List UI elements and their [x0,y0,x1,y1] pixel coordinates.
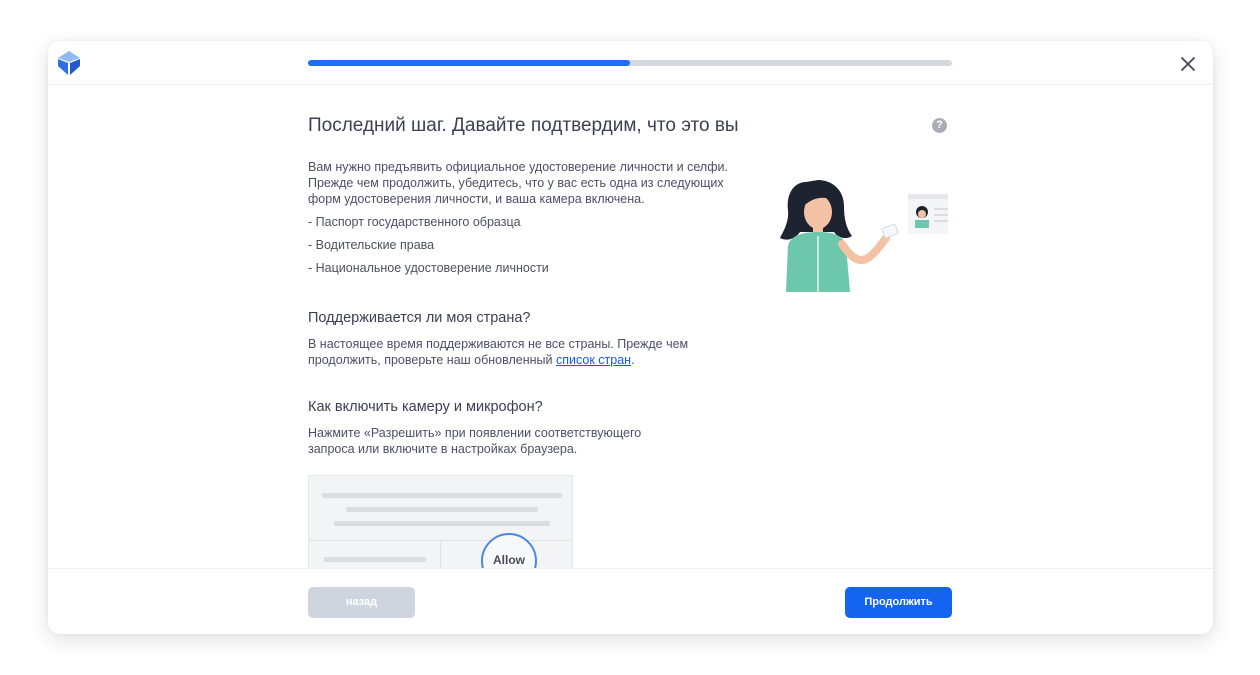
country-text: В настоящее время поддерживаются не все … [308,336,698,368]
mock-divider [440,540,441,568]
logo-icon [58,51,80,75]
id-verification-illustration [780,180,948,292]
intro-text: Вам нужно предъявить официальное удостов… [308,160,728,206]
progress-bar [308,60,952,66]
allow-label: Allow [493,553,525,567]
page-title: Последний шаг. Давайте подтвердим, что э… [308,115,739,136]
country-list-link[interactable]: список стран [556,353,631,367]
back-button[interactable]: назад [308,587,415,618]
camera-text: Нажмите «Разрешить» при появлении соотве… [308,426,642,456]
modal-footer: назад Продолжить [48,568,1213,634]
mock-text-line [346,507,538,512]
close-icon[interactable] [1178,54,1198,74]
mock-text-line [334,521,550,526]
help-icon[interactable]: ? [932,118,947,133]
allow-button-highlight: Allow [481,533,537,568]
mock-text-line [322,493,562,498]
id-option-national-id: - Национальное удостоверение личности [308,261,549,275]
browser-permission-example: Allow [308,475,573,568]
country-heading: Поддерживается ли моя страна? [308,310,531,326]
id-option-passport: - Паспорт государственного образца [308,215,521,229]
modal-content: Последний шаг. Давайте подтвердим, что э… [48,86,1213,568]
country-text-end: . [631,353,635,367]
camera-heading: Как включить камеру и микрофон? [308,399,543,415]
mock-deny-placeholder [324,557,426,562]
continue-button[interactable]: Продолжить [845,587,952,618]
verification-modal: Последний шаг. Давайте подтвердим, что э… [48,41,1213,634]
progress-bar-fill [308,60,630,66]
id-option-drivers-license: - Водительские права [308,238,435,252]
modal-header [48,41,1213,85]
